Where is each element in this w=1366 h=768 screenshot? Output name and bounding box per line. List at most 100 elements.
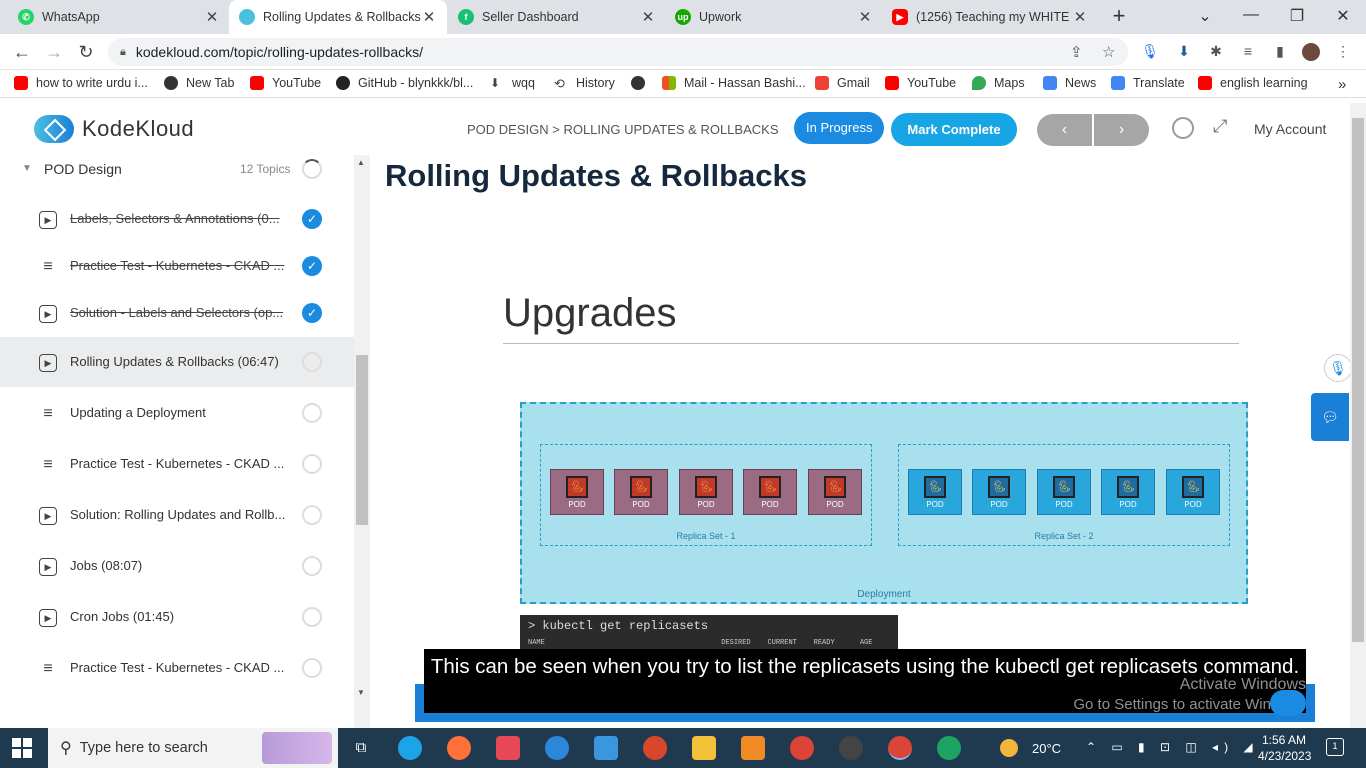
tab-youtube-video[interactable]: ▶ (1256) Teaching my WHITE fr ✕ <box>882 0 1098 34</box>
mail-icon[interactable] <box>594 736 618 760</box>
incomplete-circle-icon[interactable] <box>302 556 322 576</box>
voice-search-icon[interactable]: 🎙︎ <box>1141 43 1159 61</box>
settings-app-icon[interactable] <box>741 736 765 760</box>
weather-widget[interactable]: 20°C <box>1000 739 1061 757</box>
browser-menu-icon[interactable]: ⋮ <box>1334 43 1352 61</box>
taskbar-search-box[interactable]: ⚲ Type here to search <box>48 728 338 768</box>
lesson-item[interactable]: ▶ Cron Jobs (01:45) <box>0 592 354 642</box>
share-icon[interactable]: ⇪ <box>1070 43 1083 61</box>
app-icon[interactable] <box>643 736 667 760</box>
microphone-icon[interactable]: 🎙︎ <box>1324 354 1352 382</box>
previous-topic-button[interactable]: ‹ <box>1037 114 1092 146</box>
tab-search-icon[interactable]: ⌄ <box>1194 6 1216 28</box>
bookmark-item[interactable]: New Tab <box>164 76 234 90</box>
bookmark-item[interactable]: News <box>1043 76 1096 90</box>
completed-check-icon[interactable]: ✓ <box>302 256 322 276</box>
my-account-link[interactable]: My Account <box>1254 121 1326 137</box>
restore-button[interactable]: ❐ <box>1286 6 1308 28</box>
fullscreen-icon[interactable]: ⤢ <box>1213 116 1227 137</box>
bookmark-item[interactable]: Maps <box>972 76 1025 90</box>
tab-rolling-updates[interactable]: Rolling Updates & Rollbacks ✕ <box>229 0 447 34</box>
store-icon[interactable] <box>496 736 520 760</box>
sidebar-scrollbar-thumb[interactable] <box>356 355 368 525</box>
incomplete-circle-icon[interactable] <box>302 658 322 678</box>
status-badge[interactable]: In Progress <box>794 112 885 144</box>
bookmark-item[interactable]: ⟲ History <box>554 76 615 91</box>
lesson-item[interactable]: ≡ Practice Test - Kubernetes - CKAD ... <box>0 439 354 489</box>
lesson-item[interactable]: ≡ Practice Test - Kubernetes - CKAD ... … <box>0 241 354 291</box>
bookmark-item[interactable]: Gmail <box>815 76 870 90</box>
skype-icon[interactable] <box>545 736 569 760</box>
bookmark-item[interactable] <box>631 76 653 90</box>
next-topic-button[interactable]: › <box>1094 114 1149 146</box>
bookmark-item[interactable]: how to write urdu i... <box>14 76 148 90</box>
new-tab-button[interactable]: + <box>1108 5 1130 28</box>
lesson-item[interactable]: ▶ Labels, Selectors & Annotations (0... … <box>0 194 354 244</box>
completed-check-icon[interactable]: ✓ <box>302 303 322 323</box>
player-logo-button[interactable] <box>1270 690 1306 716</box>
completed-check-icon[interactable]: ✓ <box>302 209 322 229</box>
scroll-up-icon[interactable]: ▲ <box>357 158 365 167</box>
lesson-item[interactable]: ≡ Practice Test - Kubernetes - CKAD ... <box>0 643 354 693</box>
profile-avatar[interactable] <box>1302 43 1320 61</box>
task-view-icon[interactable]: ⧉ <box>349 736 373 760</box>
tab-upwork[interactable]: up Upwork ✕ <box>665 0 883 34</box>
chat-widget-button[interactable]: 💬︎ <box>1311 393 1349 441</box>
incomplete-circle-icon[interactable] <box>302 403 322 423</box>
tab-whatsapp[interactable]: ✆ WhatsApp ✕ <box>8 0 230 34</box>
bookmark-item[interactable]: Mail - Hassan Bashi... <box>662 76 806 90</box>
notification-center-icon[interactable]: 1 <box>1326 738 1344 756</box>
reading-list-icon[interactable]: ≡ <box>1239 43 1257 61</box>
tab-seller-dashboard[interactable]: f Seller Dashboard ✕ <box>448 0 666 34</box>
close-tab-icon[interactable]: ✕ <box>640 8 656 26</box>
dark-mode-icon[interactable] <box>1172 117 1194 139</box>
minimize-button[interactable]: — <box>1240 6 1262 28</box>
bookmark-item[interactable]: Translate <box>1111 76 1185 90</box>
system-tray-icons[interactable]: ⌃ ▭ ▮ ⊡ ◫ ◂) ◢ <box>1086 740 1259 754</box>
clock[interactable]: 1:56 AM 4/23/2023 <box>1258 732 1311 764</box>
bookmark-item[interactable]: GitHub - blynkkk/bl... <box>336 76 473 90</box>
windows-start-icon[interactable] <box>12 738 32 758</box>
incomplete-circle-icon[interactable] <box>302 352 322 372</box>
incomplete-circle-icon[interactable] <box>302 505 322 525</box>
close-tab-icon[interactable]: ✕ <box>204 8 220 26</box>
close-window-button[interactable]: ✕ <box>1332 6 1354 28</box>
mark-complete-button[interactable]: Mark Complete <box>891 113 1017 146</box>
obs-icon[interactable] <box>839 736 863 760</box>
lesson-item[interactable]: ≡ Updating a Deployment <box>0 388 354 438</box>
extensions-icon[interactable]: ✱ <box>1207 43 1225 61</box>
firefox-icon[interactable] <box>447 736 471 760</box>
scroll-down-icon[interactable]: ▼ <box>357 688 365 697</box>
address-bar[interactable]: 🔒︎ kodekloud.com/topic/rolling-updates-r… <box>108 38 1128 66</box>
bookmark-star-icon[interactable]: ☆ <box>1102 43 1115 61</box>
bookmark-item[interactable]: YouTube <box>885 76 956 90</box>
forward-icon[interactable]: → <box>42 40 66 64</box>
reload-icon[interactable]: ↻ <box>74 40 98 64</box>
incomplete-circle-icon[interactable] <box>302 454 322 474</box>
file-explorer-icon[interactable] <box>692 736 716 760</box>
back-icon[interactable]: ← <box>10 40 34 64</box>
bookmark-item[interactable]: english learning <box>1198 76 1308 90</box>
bookmark-item[interactable]: YouTube <box>250 76 321 90</box>
more-bookmarks-icon[interactable]: » <box>1338 76 1346 93</box>
side-panel-icon[interactable]: ▮ <box>1271 43 1289 61</box>
lesson-item[interactable]: ▶ Solution - Labels and Selectors (op...… <box>0 288 354 338</box>
chrome-profile-h-icon[interactable] <box>937 736 961 760</box>
download-extension-icon[interactable]: ⬇ <box>1175 43 1193 61</box>
chrome-profile-icon[interactable] <box>888 736 912 760</box>
lesson-item[interactable]: ▶ Solution: Rolling Updates and Rollb... <box>0 490 354 540</box>
bookmark-item[interactable]: ⬇ wqq <box>490 76 535 90</box>
page-scrollbar-thumb[interactable] <box>1352 118 1364 642</box>
chrome-icon[interactable] <box>790 736 814 760</box>
close-tab-icon[interactable]: ✕ <box>857 8 873 26</box>
section-header[interactable]: ▼ POD Design 12 Topics <box>0 155 354 183</box>
kodekloud-logo[interactable]: KodeKloud <box>34 115 194 143</box>
close-tab-icon[interactable]: ✕ <box>421 8 437 26</box>
lesson-item[interactable]: ▶ Jobs (08:07) <box>0 541 354 591</box>
collapse-caret-icon[interactable]: ▼ <box>22 163 32 174</box>
close-tab-icon[interactable]: ✕ <box>1072 8 1088 26</box>
video-icon: ▶ <box>39 558 57 576</box>
lesson-item-active[interactable]: ▶ Rolling Updates & Rollbacks (06:47) <box>0 337 354 387</box>
edge-icon[interactable] <box>398 736 422 760</box>
incomplete-circle-icon[interactable] <box>302 607 322 627</box>
